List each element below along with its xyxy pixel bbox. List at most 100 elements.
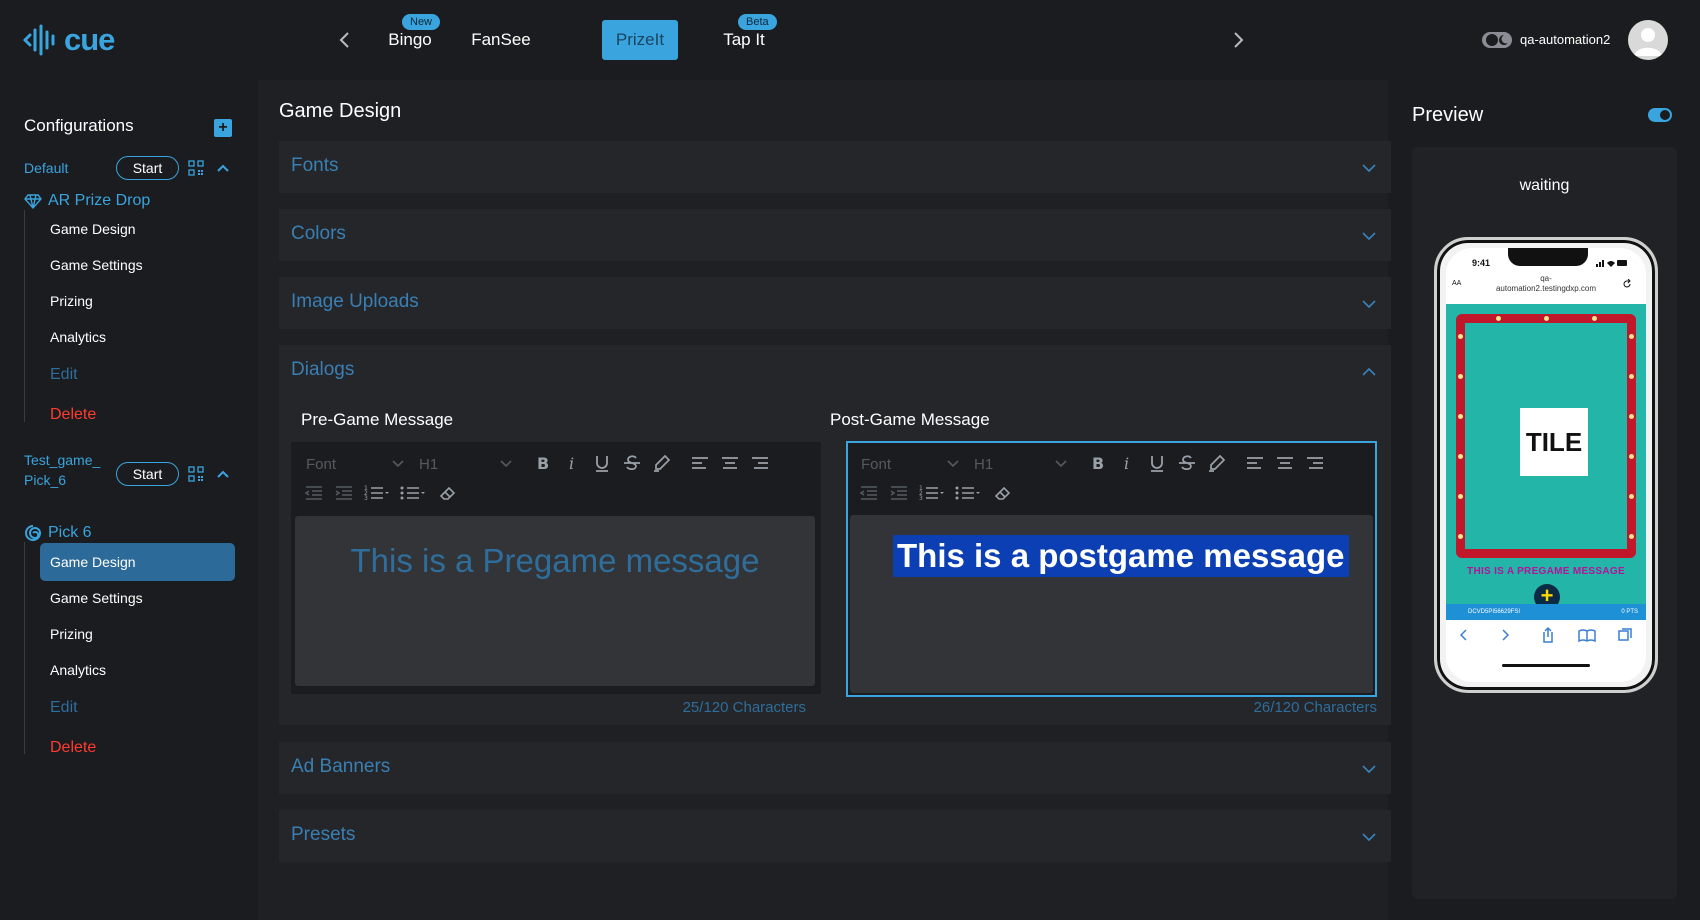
qr-code-icon[interactable] (188, 160, 204, 176)
phone-mockup: 9:41 qa- automation2.testingdxp.com AA T… (1434, 237, 1658, 693)
svg-text:B: B (537, 454, 549, 473)
tab-fansee[interactable]: FanSee (466, 20, 536, 60)
section-image-uploads[interactable]: Image Uploads (279, 277, 1391, 329)
avatar[interactable] (1628, 20, 1668, 60)
chevron-left-icon[interactable] (333, 28, 357, 52)
config-name[interactable]: Default (24, 160, 68, 176)
start-button[interactable]: Start (116, 462, 179, 486)
chevron-up-icon[interactable] (216, 161, 230, 175)
indent-icon[interactable] (888, 482, 910, 504)
delete-button[interactable]: Delete (40, 729, 235, 767)
chevron-down-icon[interactable] (499, 456, 513, 470)
bulb (1458, 494, 1463, 499)
chevron-down-icon[interactable] (946, 456, 960, 470)
sidebar-item-game-settings[interactable]: Game Settings (40, 579, 235, 617)
chevron-up-icon[interactable] (1361, 364, 1377, 380)
tab-tap-it[interactable]: Beta Tap It (714, 14, 777, 60)
chevron-right-icon[interactable] (1226, 28, 1250, 52)
underline-icon[interactable] (591, 452, 613, 474)
tile: TILE (1520, 408, 1588, 476)
edit-button[interactable]: Edit (40, 689, 235, 727)
heading-select[interactable]: H1 (974, 456, 993, 473)
sidebar-item-analytics[interactable]: Analytics (40, 651, 235, 689)
username[interactable]: qa-automation2 (1520, 32, 1610, 47)
preview-panel: waiting 9:41 qa- automation2.testingdxp.… (1412, 147, 1677, 899)
chevron-down-icon[interactable] (1054, 456, 1068, 470)
bullet-list-icon[interactable] (954, 482, 982, 504)
delete-button[interactable]: Delete (40, 396, 235, 434)
eraser-icon[interactable] (437, 482, 459, 504)
indent-icon[interactable] (333, 482, 355, 504)
add-configuration-button[interactable]: + (214, 119, 232, 137)
preview-title: Preview (1412, 104, 1484, 126)
highlight-icon[interactable] (651, 452, 673, 474)
sidebar-item-analytics[interactable]: Analytics (40, 318, 235, 356)
chevron-down-icon (1362, 300, 1376, 309)
new-badge: New (402, 14, 441, 30)
postgame-editor: Font H1 B i 123 This is a postgame messa… (846, 441, 1377, 697)
bulb (1629, 334, 1634, 339)
ordered-list-icon[interactable]: 123 (363, 482, 391, 504)
font-select[interactable]: Font (861, 456, 891, 473)
sidebar-item-game-design[interactable]: Game Design (40, 210, 235, 248)
font-select[interactable]: Font (306, 456, 336, 473)
sidebar-item-game-settings[interactable]: Game Settings (40, 246, 235, 284)
align-right-icon[interactable] (1304, 452, 1326, 474)
theme-toggle-icon[interactable] (1482, 31, 1512, 49)
phone-screen: 9:41 qa- automation2.testingdxp.com AA T… (1446, 248, 1646, 682)
underline-icon[interactable] (1146, 452, 1168, 474)
outdent-icon[interactable] (858, 482, 880, 504)
sidebar-item-game-design[interactable]: Game Design (40, 543, 235, 581)
game-preview: TILE THIS IS A PREGAME MESSAGE + DCVD5PI… (1446, 304, 1646, 620)
tab-label: FanSee (471, 30, 531, 49)
eraser-icon[interactable] (992, 482, 1014, 504)
highlight-icon[interactable] (1206, 452, 1228, 474)
align-center-icon[interactable] (719, 452, 741, 474)
tab-label: Tap It (723, 30, 765, 49)
align-left-icon[interactable] (689, 452, 711, 474)
tab-prizeit[interactable]: PrizeIt (602, 20, 678, 60)
section-ad-banners[interactable]: Ad Banners (279, 742, 1391, 794)
strikethrough-icon[interactable] (1176, 452, 1198, 474)
score-bar: DCVD5PI56629FSI 0 PTS (1446, 604, 1646, 620)
align-center-icon[interactable] (1274, 452, 1296, 474)
bold-icon[interactable]: B (1086, 452, 1108, 474)
url-line1: qa- (1540, 274, 1552, 283)
ordered-list-icon[interactable]: 123 (918, 482, 946, 504)
tab-bingo[interactable]: New Bingo (380, 14, 441, 60)
italic-icon[interactable]: i (561, 452, 583, 474)
chevron-up-icon[interactable] (216, 467, 230, 481)
outdent-icon[interactable] (303, 482, 325, 504)
pregame-text-area[interactable]: This is a Pregame message (295, 516, 815, 686)
chevron-down-icon[interactable] (391, 456, 405, 470)
section-label: Presets (291, 824, 356, 845)
config-name[interactable]: Test_game_ Pick_6 (24, 450, 100, 490)
bullet-list-icon[interactable] (399, 482, 427, 504)
section-colors[interactable]: Colors (279, 209, 1391, 261)
section-presets[interactable]: Presets (279, 810, 1391, 862)
italic-icon[interactable]: i (1116, 452, 1138, 474)
align-right-icon[interactable] (749, 452, 771, 474)
section-label[interactable]: Dialogs (291, 359, 354, 381)
postgame-text-area[interactable]: This is a postgame message (850, 515, 1373, 693)
safari-toolbar (1459, 626, 1632, 643)
qr-code-icon[interactable] (188, 466, 204, 482)
main-panel: Game Design Fonts Colors Image Uploads D… (258, 80, 1391, 920)
start-button[interactable]: Start (116, 156, 179, 180)
align-left-icon[interactable] (1244, 452, 1266, 474)
heading-select[interactable]: H1 (419, 456, 438, 473)
cue-logo[interactable]: cue (22, 22, 115, 58)
bold-icon[interactable]: B (531, 452, 553, 474)
strikethrough-icon[interactable] (621, 452, 643, 474)
preview-toggle[interactable] (1648, 108, 1672, 122)
svg-text:3: 3 (364, 495, 368, 502)
sidebar-item-prizing[interactable]: Prizing (40, 282, 235, 320)
bulb (1629, 454, 1634, 459)
edit-button[interactable]: Edit (40, 356, 235, 394)
sidebar-item-prizing[interactable]: Prizing (40, 615, 235, 653)
section-label: Ad Banners (291, 756, 391, 777)
marquee-frame: TILE (1456, 314, 1636, 558)
game-type-pick-6[interactable]: Pick 6 (24, 524, 92, 542)
game-type-ar-prize-drop[interactable]: AR Prize Drop (24, 192, 150, 210)
section-fonts[interactable]: Fonts (279, 141, 1391, 193)
